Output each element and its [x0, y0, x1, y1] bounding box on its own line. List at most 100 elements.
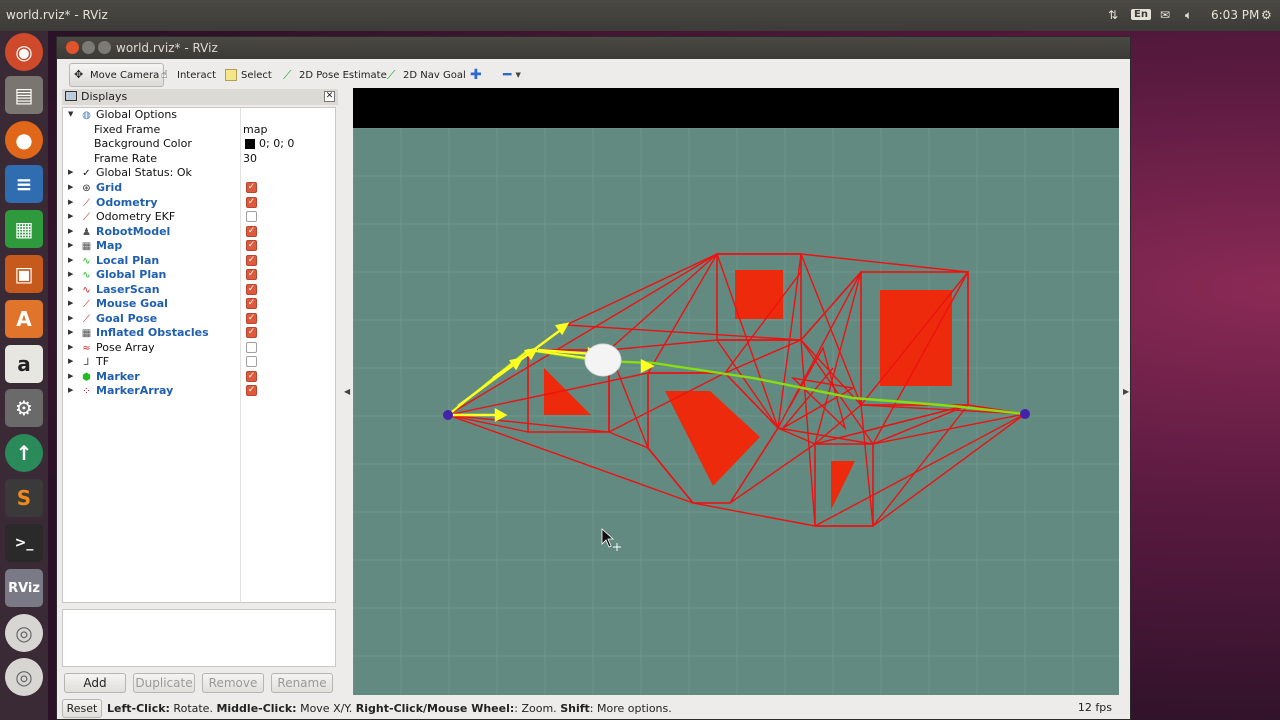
software-updater-icon[interactable]: ↑ [5, 434, 43, 472]
enable-checkbox[interactable]: ✓ [246, 283, 257, 295]
frame-rate-value[interactable]: 30 [243, 152, 257, 165]
disc-icon[interactable]: ◎ [5, 658, 43, 696]
tree-row-display[interactable]: ▶ ⟋ Odometry ✓ [63, 196, 337, 210]
tree-row-display[interactable]: ▶ ∿ Local Plan ✓ [63, 254, 337, 268]
interact-button[interactable]: ☝ Interact [157, 63, 220, 87]
tree-row-display[interactable]: ▶ ▦ Map ✓ [63, 239, 337, 253]
tree-row-display[interactable]: ▶ ≈ Pose Array [63, 341, 337, 355]
enable-checkbox[interactable] [246, 356, 257, 367]
tree-row-display[interactable]: ▶ ⟋ Odometry EKF [63, 210, 337, 224]
gear-icon[interactable]: ⚙ [1261, 8, 1272, 22]
fixed-frame-value[interactable]: map [243, 123, 267, 136]
color-swatch[interactable] [245, 139, 255, 149]
expand-right-icon[interactable]: ▶ [68, 270, 73, 278]
tree-row-display[interactable]: ▶ ⊛ Grid ✓ [63, 181, 337, 195]
duplicate-button[interactable]: Duplicate [133, 673, 195, 693]
software-center-icon[interactable]: A [5, 300, 43, 338]
tree-row-display[interactable]: ▶ ▦ Inflated Obstacles ✓ [63, 326, 337, 340]
remove-button[interactable]: Remove [202, 673, 264, 693]
tree-row-display[interactable]: ▶ ♟ RobotModel ✓ [63, 225, 337, 239]
tree-row-display[interactable]: ▶ ⅃ TF [63, 355, 337, 369]
enable-checkbox[interactable]: ✓ [246, 182, 257, 193]
collapse-left-icon[interactable]: ◀ [344, 387, 350, 396]
reset-button[interactable]: Reset [62, 699, 102, 718]
add-button[interactable]: Add [64, 673, 126, 693]
firefox-icon[interactable]: ● [5, 121, 43, 159]
2d-nav-goal-button[interactable]: ⟋ 2D Nav Goal [383, 63, 470, 87]
writer-icon[interactable]: ≡ [5, 165, 43, 203]
tree-row-global-status[interactable]: ▶ ✓ Global Status: Ok [63, 166, 337, 180]
maximize-icon[interactable] [98, 41, 111, 54]
volume-icon[interactable]: 🔈︎ [1185, 8, 1192, 23]
minimize-icon[interactable] [82, 41, 95, 54]
disc-icon[interactable]: ◎ [5, 614, 43, 652]
expand-right-icon[interactable]: ▶ [68, 285, 73, 293]
display-type-icon: ∿ [82, 270, 91, 281]
enable-checkbox[interactable]: ✓ [246, 254, 257, 266]
expand-right-icon[interactable]: ▶ [68, 168, 73, 176]
tree-row-fixed-frame[interactable]: Fixed Frame map [63, 123, 337, 137]
enable-checkbox[interactable]: ✓ [246, 298, 257, 309]
enable-checkbox[interactable] [246, 341, 257, 353]
chevron-down-icon[interactable]: ▼ [515, 71, 520, 79]
rename-button[interactable]: Rename [271, 673, 333, 693]
window-titlebar[interactable]: world.rviz* - RViz [57, 37, 1130, 59]
tree-row-display[interactable]: ▶ ⟋ Mouse Goal ✓ [63, 297, 337, 311]
enable-checkbox[interactable]: ✓ [246, 327, 257, 338]
calc-icon[interactable]: ▦ [5, 210, 43, 248]
expand-down-icon[interactable]: ▼ [68, 110, 73, 118]
tree-row-display[interactable]: ▶ ⬢ Marker ✓ [63, 370, 337, 384]
tree-row-background-color[interactable]: Background Color 0; 0; 0 [63, 137, 337, 151]
enable-checkbox[interactable]: ✓ [246, 240, 257, 251]
2d-pose-estimate-button[interactable]: ⟋ 2D Pose Estimate [279, 63, 391, 87]
terminal-icon[interactable]: >_ [5, 524, 43, 562]
expand-right-icon[interactable]: ▶ [68, 343, 73, 351]
enable-checkbox[interactable]: ✓ [246, 196, 257, 208]
enable-checkbox[interactable]: ✓ [246, 370, 257, 382]
expand-right-icon[interactable]: ▶ [68, 357, 73, 365]
3d-viewport[interactable] [353, 88, 1119, 695]
ubuntu-dash-icon[interactable]: ◉ [5, 33, 43, 71]
mail-icon[interactable]: ✉ [1160, 8, 1170, 22]
expand-right-icon[interactable]: ▶ [68, 183, 73, 191]
close-icon[interactable] [66, 41, 79, 54]
amazon-icon[interactable]: a [5, 345, 43, 383]
tree-row-display[interactable]: ▶ ⟋ Goal Pose ✓ [63, 312, 337, 326]
collapse-right-icon[interactable]: ▶ [1123, 387, 1129, 396]
tree-row-global-options[interactable]: ▼ ◍ Global Options [63, 108, 337, 122]
expand-right-icon[interactable]: ▶ [68, 314, 73, 322]
expand-right-icon[interactable]: ▶ [68, 198, 73, 206]
expand-right-icon[interactable]: ▶ [68, 227, 73, 235]
background-color-value[interactable]: 0; 0; 0 [259, 137, 294, 150]
tree-row-display[interactable]: ▶ ⁘ MarkerArray ✓ [63, 384, 337, 398]
network-icon[interactable]: ⇅ [1108, 8, 1118, 22]
enable-checkbox[interactable]: ✓ [246, 225, 257, 237]
render-scene[interactable] [353, 128, 1119, 695]
enable-checkbox[interactable]: ✓ [246, 312, 257, 324]
move-camera-button[interactable]: ✥ Move Camera [69, 63, 165, 87]
tree-row-display[interactable]: ▶ ∿ LaserScan ✓ [63, 283, 337, 297]
sublime-icon[interactable]: S [5, 479, 43, 517]
clock[interactable]: 6:03 PM [1211, 8, 1259, 22]
expand-right-icon[interactable]: ▶ [68, 241, 73, 249]
expand-right-icon[interactable]: ▶ [68, 328, 73, 336]
tree-row-display[interactable]: ▶ ∿ Global Plan ✓ [63, 268, 337, 282]
keyboard-layout-indicator[interactable]: En [1131, 9, 1151, 20]
files-icon[interactable]: ▤ [5, 76, 43, 114]
expand-right-icon[interactable]: ▶ [68, 386, 73, 394]
enable-checkbox[interactable]: ✓ [246, 269, 257, 280]
close-panel-icon[interactable]: ✕ [324, 91, 335, 102]
rviz-icon[interactable]: RViz [5, 569, 43, 607]
tree-row-frame-rate[interactable]: Frame Rate 30 [63, 152, 337, 166]
add-tool-icon[interactable]: ✚ [466, 63, 486, 87]
system-settings-icon[interactable]: ⚙ [5, 389, 43, 427]
impress-icon[interactable]: ▣ [5, 255, 43, 293]
enable-checkbox[interactable]: ✓ [246, 385, 257, 396]
expand-right-icon[interactable]: ▶ [68, 299, 73, 307]
remove-tool-icon[interactable]: ━ ▼ [499, 63, 525, 87]
expand-right-icon[interactable]: ▶ [68, 372, 73, 380]
enable-checkbox[interactable] [246, 211, 257, 222]
expand-right-icon[interactable]: ▶ [68, 256, 73, 264]
select-button[interactable]: Select [221, 63, 276, 87]
expand-right-icon[interactable]: ▶ [68, 212, 73, 220]
